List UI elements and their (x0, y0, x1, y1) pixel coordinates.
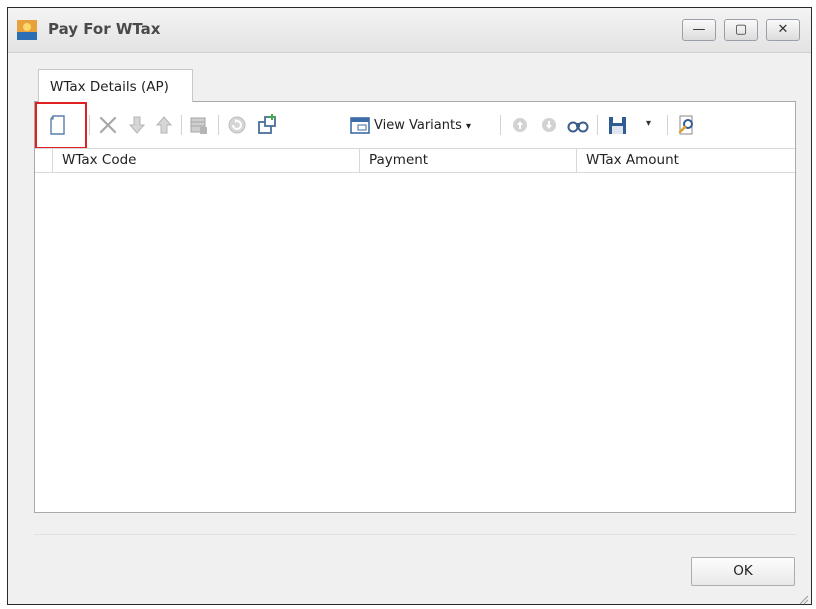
resize-grip-icon[interactable] (797, 590, 809, 605)
pay-for-wtax-dialog: Pay For WTax — ▢ ✕ WTax Details (AP) Vie… (7, 7, 812, 605)
minimize-button[interactable]: — (682, 19, 716, 41)
refresh-icon[interactable] (226, 113, 248, 137)
window-title: Pay For WTax (48, 20, 161, 38)
grid-toolbar: View Variants ▾ ▾ (35, 102, 795, 149)
tab-wtax-details[interactable]: WTax Details (AP) (38, 69, 193, 102)
delete-icon[interactable] (97, 113, 119, 137)
view-variants-label: View Variants (374, 118, 462, 133)
view-variants-button[interactable]: View Variants ▾ (374, 118, 471, 133)
ok-button[interactable]: OK (691, 557, 795, 586)
chevron-down-icon: ▾ (466, 121, 472, 132)
column-header-payment[interactable]: Payment (359, 149, 576, 172)
grid-header: WTax Code Payment WTax Amount (35, 148, 795, 173)
app-logo-icon (17, 20, 37, 40)
toolbar-separator (89, 115, 90, 135)
toolbar-separator (667, 115, 668, 135)
row-indicator-header (35, 149, 52, 172)
save-icon[interactable] (607, 113, 629, 137)
view-variants-icon[interactable] (349, 113, 371, 137)
toolbar-separator (597, 115, 598, 135)
binoculars-icon[interactable] (567, 113, 589, 137)
grid-body[interactable] (35, 172, 795, 512)
duplicate-icon[interactable] (257, 113, 279, 137)
toolbar-separator (181, 115, 182, 135)
new-row-highlight (35, 102, 87, 149)
save-dropdown-arrow[interactable]: ▾ (646, 118, 656, 142)
move-down-icon[interactable] (128, 113, 146, 137)
footer-divider (34, 534, 796, 535)
search-icon[interactable] (676, 113, 698, 137)
column-header-wtax-amount[interactable]: WTax Amount (576, 149, 795, 172)
move-up-icon[interactable] (155, 113, 173, 137)
next-icon[interactable] (539, 113, 559, 137)
wtax-details-panel: View Variants ▾ ▾ WTax Code Payment WTax… (34, 101, 796, 513)
maximize-button[interactable]: ▢ (724, 19, 758, 41)
grid-options-icon[interactable] (189, 113, 209, 137)
close-button[interactable]: ✕ (766, 19, 800, 41)
toolbar-separator (218, 115, 219, 135)
prev-icon[interactable] (510, 113, 530, 137)
toolbar-separator (500, 115, 501, 135)
title-bar[interactable]: Pay For WTax — ▢ ✕ (8, 8, 811, 53)
column-header-wtax-code[interactable]: WTax Code (52, 149, 359, 172)
